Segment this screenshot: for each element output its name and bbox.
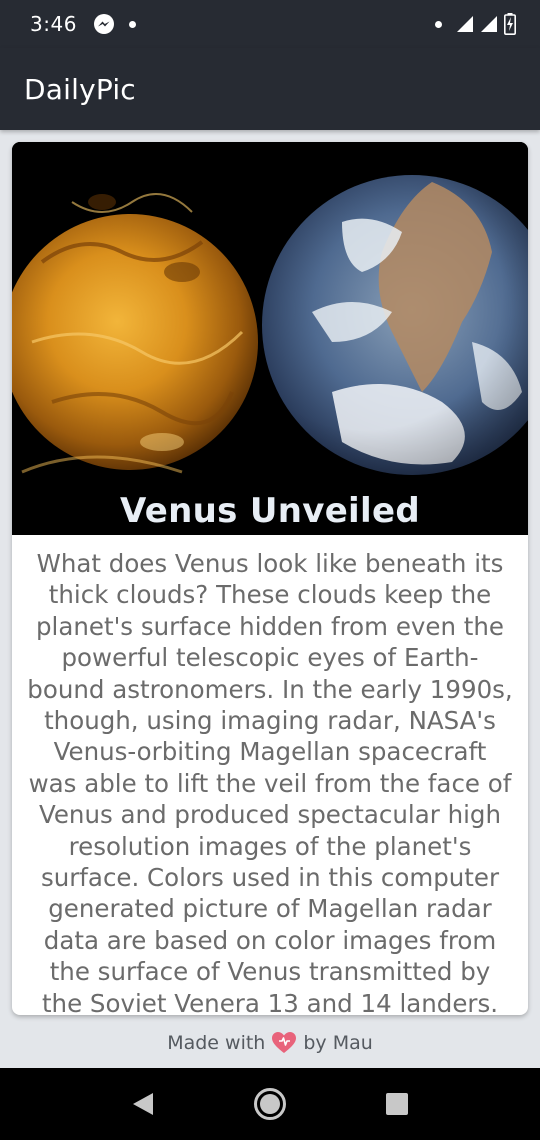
picture-title: Venus Unveiled xyxy=(120,491,420,531)
back-button[interactable] xyxy=(123,1084,163,1124)
back-icon xyxy=(133,1093,154,1115)
picture-explanation[interactable]: What does Venus look like beneath its th… xyxy=(26,548,514,1015)
home-button[interactable] xyxy=(250,1084,290,1124)
app-title: DailyPic xyxy=(24,72,136,106)
home-icon xyxy=(253,1088,286,1120)
daily-picture: Venus Unveiled xyxy=(12,142,528,535)
status-time: 3:46 xyxy=(30,12,77,36)
heart-icon xyxy=(271,1031,297,1055)
footer-text-end: by Mau xyxy=(303,1032,373,1054)
notification-dot-icon xyxy=(128,20,136,28)
app-bar: DailyPic xyxy=(0,48,540,130)
signal-icon xyxy=(481,16,497,32)
navigation-bar xyxy=(0,1068,540,1140)
footer: Made with by Mau xyxy=(0,1026,540,1060)
recents-icon xyxy=(385,1093,408,1115)
dot-icon xyxy=(435,20,442,28)
messenger-icon xyxy=(93,13,115,35)
battery-charging-icon xyxy=(504,13,516,35)
status-bar: 3:46 xyxy=(0,0,540,48)
status-indicators xyxy=(435,13,516,35)
picture-card: Venus Unveiled What does Venus look like… xyxy=(12,142,528,1015)
recents-button[interactable] xyxy=(377,1084,417,1124)
footer-text-start: Made with xyxy=(167,1032,266,1054)
signal-icon xyxy=(457,16,473,32)
